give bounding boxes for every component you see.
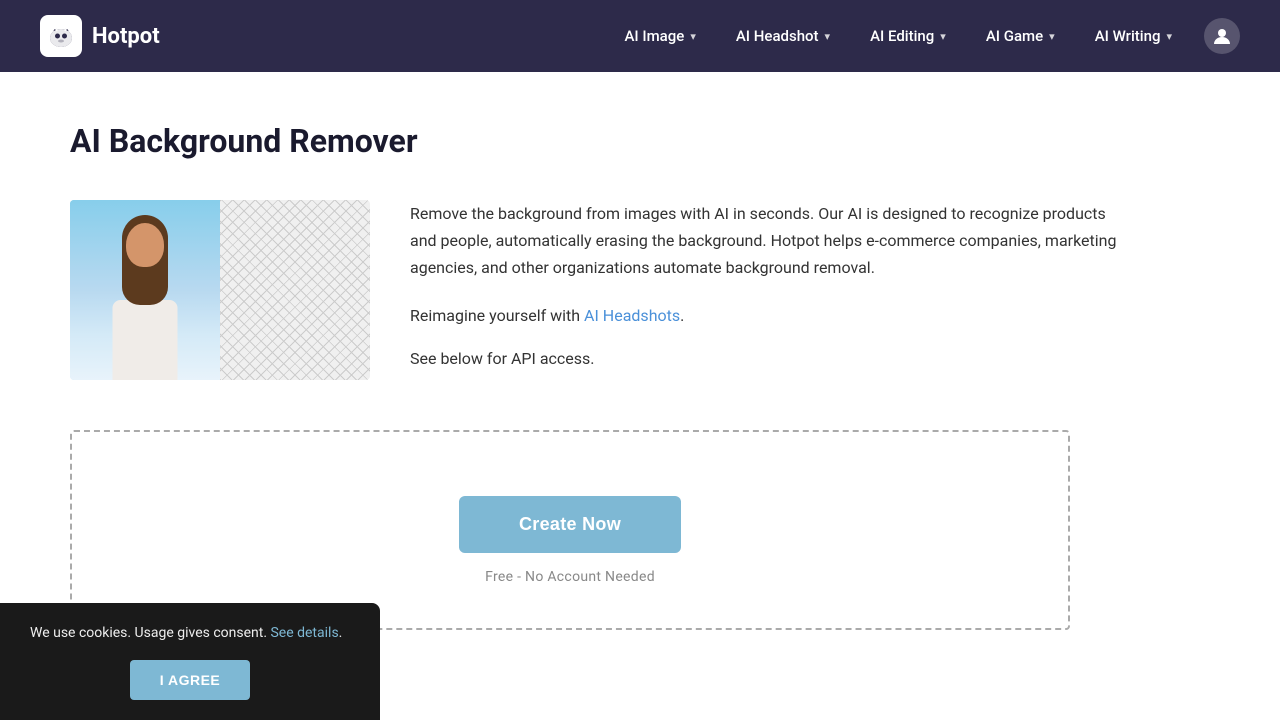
intro-section: Remove the background from images with A… — [70, 200, 1130, 380]
page-title: AI Background Remover — [70, 122, 1130, 160]
reimagine-suffix: . — [680, 306, 684, 325]
cookie-period: . — [339, 625, 343, 641]
nav-label-ai-writing: AI Writing — [1095, 27, 1161, 45]
chevron-down-icon: ▾ — [1166, 30, 1172, 43]
nav-item-ai-editing[interactable]: AI Editing ▾ — [854, 19, 962, 53]
nav-item-ai-image[interactable]: AI Image ▾ — [608, 19, 711, 53]
brand-name-text: Hotpot — [92, 24, 160, 49]
intro-description: Remove the background from images with A… — [410, 200, 1130, 282]
chevron-down-icon: ▾ — [825, 30, 831, 43]
nav-item-ai-headshot[interactable]: AI Headshot ▾ — [720, 19, 846, 53]
brand-logo-link[interactable]: Hotpot — [40, 15, 160, 57]
demo-image — [70, 200, 370, 380]
create-now-button[interactable]: Create Now — [459, 496, 681, 553]
nav-label-ai-image: AI Image — [624, 27, 684, 45]
nav-item-ai-writing[interactable]: AI Writing ▾ — [1079, 19, 1188, 53]
nav-item-ai-game[interactable]: AI Game ▾ — [970, 19, 1071, 53]
nav-links: AI Image ▾ AI Headshot ▾ AI Editing ▾ AI… — [608, 18, 1240, 54]
demo-image-transparent — [220, 200, 370, 380]
user-avatar-button[interactable] — [1204, 18, 1240, 54]
demo-image-photo — [70, 200, 220, 380]
chevron-down-icon: ▾ — [1049, 30, 1055, 43]
cookie-banner: We use cookies. Usage gives consent. See… — [0, 603, 380, 720]
main-content: AI Background Remover — [0, 72, 1200, 680]
nav-label-ai-editing: AI Editing — [870, 27, 934, 45]
intro-text-block: Remove the background from images with A… — [410, 200, 1130, 372]
cookie-main-text: We use cookies. Usage gives consent. — [30, 625, 270, 641]
cookie-agree-button[interactable]: I AGREE — [130, 660, 251, 700]
brand-logo-icon — [40, 15, 82, 57]
chevron-down-icon: ▾ — [690, 30, 696, 43]
cookie-text: We use cookies. Usage gives consent. See… — [30, 623, 350, 644]
cookie-see-details-link[interactable]: See details — [270, 625, 338, 641]
chevron-down-icon: ▾ — [940, 30, 946, 43]
upload-section: Create Now Free - No Account Needed — [70, 430, 1070, 630]
navbar: Hotpot AI Image ▾ AI Headshot ▾ AI Editi… — [0, 0, 1280, 72]
nav-label-ai-game: AI Game — [986, 27, 1043, 45]
ai-headshots-link[interactable]: AI Headshots — [584, 306, 680, 325]
no-account-label: Free - No Account Needed — [485, 569, 655, 585]
nav-label-ai-headshot: AI Headshot — [736, 27, 819, 45]
api-access-text: See below for API access. — [410, 345, 1130, 372]
intro-reimagine-text: Reimagine yourself with AI Headshots. — [410, 302, 1130, 329]
reimagine-prefix: Reimagine yourself with — [410, 306, 584, 325]
